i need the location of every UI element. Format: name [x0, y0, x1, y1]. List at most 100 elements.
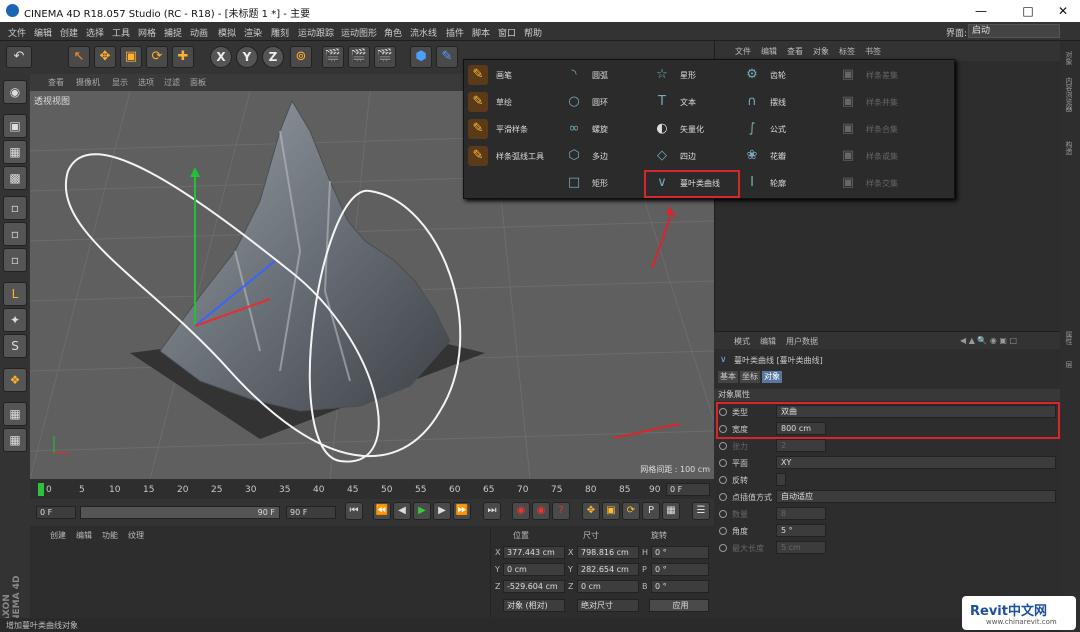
texture-mode-icon[interactable]: ▦ — [3, 140, 27, 164]
rotation-p-field[interactable]: 0 ° — [651, 563, 709, 576]
z-axis-lock-icon[interactable]: Z — [262, 46, 284, 68]
coordinate-system-icon[interactable]: ⊚ — [290, 46, 312, 68]
points-mode-icon[interactable]: ▫ — [3, 196, 27, 220]
axis-mode-icon[interactable]: L — [3, 282, 27, 306]
tab-attributes[interactable]: 属性 — [1064, 331, 1074, 345]
sketch-tool-item[interactable]: ✎ 草绘 — [466, 91, 562, 113]
tab-structure[interactable]: 构造 — [1064, 141, 1074, 155]
y-axis-lock-icon[interactable]: Y — [236, 46, 258, 68]
minimize-button[interactable]: — — [966, 3, 996, 19]
next-key-icon[interactable]: ⏩ — [453, 502, 471, 520]
profile-item[interactable]: I 轮廓 — [740, 172, 836, 194]
key-parameter-icon[interactable]: P — [642, 502, 660, 520]
object-menu-file[interactable]: 文件 — [735, 46, 751, 57]
cube-object-icon[interactable]: ⬢ — [410, 46, 432, 68]
helix-item[interactable]: ∞ 螺旋 — [562, 118, 658, 140]
size-z-field[interactable]: 0 cm — [577, 580, 639, 593]
menu-mograph[interactable]: 运动图形 — [341, 26, 377, 39]
vectorizer-item[interactable]: ◐ 矢量化 — [650, 118, 746, 140]
viewport-menu-camera[interactable]: 摄像机 — [76, 77, 100, 88]
tab-basic[interactable]: 基本 — [718, 371, 738, 383]
menu-edit[interactable]: 编辑 — [34, 26, 52, 39]
menu-snap[interactable]: 捕捉 — [164, 26, 182, 39]
menu-render[interactable]: 渲染 — [244, 26, 262, 39]
attr-menu-mode[interactable]: 模式 — [734, 336, 750, 347]
cog-wheel-item[interactable]: ⚙ 齿轮 — [740, 64, 836, 86]
max-length-field[interactable]: 5 cm — [776, 541, 826, 554]
size-x-field[interactable]: 798.816 cm — [577, 546, 639, 559]
animate-dot-icon[interactable] — [719, 476, 727, 484]
number-field[interactable]: 8 — [776, 507, 826, 520]
mountain-landscape[interactable] — [159, 99, 451, 412]
four-side-item[interactable]: ◇ 四边 — [650, 145, 746, 167]
viewport-menu-panel[interactable]: 面板 — [190, 77, 206, 88]
viewport-menu-display[interactable]: 显示 — [112, 77, 128, 88]
plane-select[interactable]: XY — [776, 456, 1056, 469]
star-item[interactable]: ☆ 星形 — [650, 64, 746, 86]
key-rotation-icon[interactable]: ⟳ — [622, 502, 640, 520]
animate-dot-icon[interactable] — [719, 510, 727, 518]
material-menu-edit[interactable]: 编辑 — [76, 530, 92, 541]
material-menu-texture[interactable]: 纹理 — [128, 530, 144, 541]
text-item[interactable]: T 文本 — [650, 91, 746, 113]
animate-dot-icon[interactable] — [719, 442, 727, 450]
object-menu-tags[interactable]: 标签 — [839, 46, 855, 57]
angle-field[interactable]: 5 ° — [776, 524, 826, 537]
live-select-icon[interactable]: ↖ — [68, 46, 90, 68]
workplane-mode-icon[interactable]: ▩ — [3, 166, 27, 190]
undo-icon[interactable]: ↶ — [6, 46, 32, 68]
close-button[interactable]: ✕ — [1048, 3, 1078, 19]
spline-and-item[interactable]: ▣ 样条合集 — [836, 118, 932, 140]
menu-animate[interactable]: 动画 — [190, 26, 208, 39]
timeline-window-icon[interactable]: ☰ — [692, 502, 710, 520]
animate-dot-icon[interactable] — [719, 544, 727, 552]
polygons-mode-icon[interactable]: ▫ — [3, 248, 27, 272]
menu-window[interactable]: 窗口 — [498, 26, 516, 39]
menu-mesh[interactable]: 网格 — [138, 26, 156, 39]
go-to-end-icon[interactable]: ⏭ — [483, 502, 501, 520]
position-z-field[interactable]: -529.604 cm — [503, 580, 565, 593]
attr-menu-edit[interactable]: 编辑 — [760, 336, 776, 347]
maximize-button[interactable]: □ — [1013, 3, 1043, 19]
position-x-field[interactable]: 377.443 cm — [503, 546, 565, 559]
size-mode-select[interactable]: 绝对尺寸 — [577, 599, 639, 612]
arc-item[interactable]: ◝ 圆弧 — [562, 64, 658, 86]
spline-arc-tool-item[interactable]: ✎ 样条弧线工具 — [466, 145, 562, 167]
record-key-icon[interactable]: ◉ — [512, 502, 530, 520]
timeline-ruler[interactable]: 0 5 10 15 20 25 30 35 40 45 50 55 60 65 … — [30, 479, 714, 499]
animate-dot-icon[interactable] — [719, 493, 727, 501]
object-menu-view[interactable]: 查看 — [787, 46, 803, 57]
go-to-start-icon[interactable]: ⏮ — [345, 502, 363, 520]
object-menu-bookmarks[interactable]: 书签 — [865, 46, 881, 57]
start-frame-field[interactable]: 0 F — [36, 506, 76, 519]
last-tool-icon[interactable]: ✚ — [172, 46, 194, 68]
circle-item[interactable]: ○ 圆环 — [562, 91, 658, 113]
x-axis-lock-icon[interactable]: X — [210, 46, 232, 68]
menu-sculpt[interactable]: 雕刻 — [271, 26, 289, 39]
playhead[interactable] — [38, 483, 44, 496]
menu-simulate[interactable]: 模拟 — [218, 26, 236, 39]
menu-tools[interactable]: 工具 — [112, 26, 130, 39]
render-settings-icon[interactable]: 🎬 — [374, 46, 396, 68]
key-pla-icon[interactable]: ▦ — [662, 502, 680, 520]
apply-button[interactable]: 应用 — [649, 599, 709, 612]
move-icon[interactable]: ✥ — [94, 46, 116, 68]
animate-dot-icon[interactable] — [719, 527, 727, 535]
edges-mode-icon[interactable]: ▫ — [3, 222, 27, 246]
tab-content-browser[interactable]: 内容浏览器 — [1064, 77, 1074, 112]
position-y-field[interactable]: 0 cm — [503, 563, 565, 576]
auto-key-icon[interactable]: ◉ — [532, 502, 550, 520]
model-mode-icon[interactable]: ▣ — [3, 114, 27, 138]
key-position-icon[interactable]: ✥ — [582, 502, 600, 520]
flower-item[interactable]: ❀ 花瓣 — [740, 145, 836, 167]
smooth-spline-item[interactable]: ✎ 平滑样条 — [466, 118, 562, 140]
tab-objects[interactable]: 对象 — [1064, 51, 1074, 65]
object-menu-edit[interactable]: 编辑 — [761, 46, 777, 57]
spline-or-item[interactable]: ▣ 样条或集 — [836, 145, 932, 167]
menu-help[interactable]: 帮助 — [524, 26, 542, 39]
frame-range-slider[interactable]: 90 F — [80, 506, 280, 519]
spline-intersect-item[interactable]: ▣ 样条交集 — [836, 172, 932, 194]
menu-pipeline[interactable]: 流水线 — [410, 26, 437, 39]
size-y-field[interactable]: 282.654 cm — [577, 563, 639, 576]
make-editable-icon[interactable]: ◉ — [3, 80, 27, 104]
